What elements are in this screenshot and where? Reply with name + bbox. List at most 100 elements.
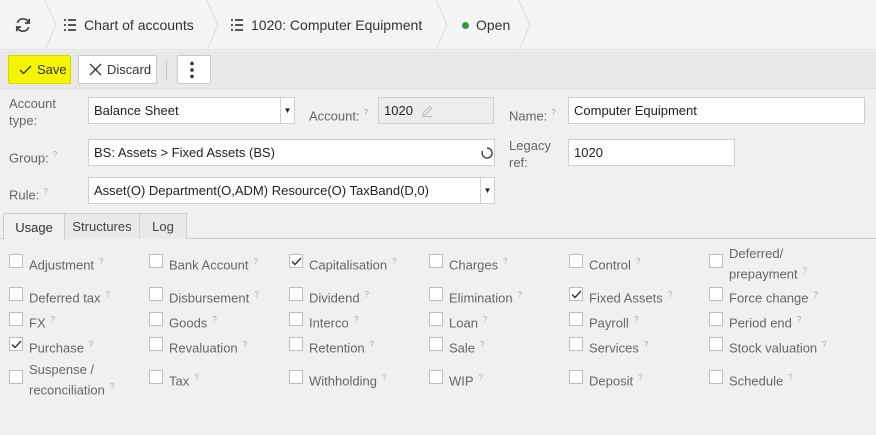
help-icon[interactable]: ?	[551, 108, 555, 117]
group-lookup[interactable]: BS: Assets > Fixed Assets (BS)	[88, 139, 495, 166]
checkbox-unchecked[interactable]	[709, 370, 723, 384]
usage-checkbox[interactable]: Dividend?	[289, 286, 369, 306]
checkbox-unchecked[interactable]	[149, 337, 163, 351]
usage-checkbox[interactable]: Withholding?	[289, 369, 386, 389]
usage-checkbox[interactable]: Purchase?	[9, 336, 93, 356]
breadcrumb-chart-of-accounts[interactable]: Chart of accounts	[64, 0, 194, 50]
checkbox-unchecked[interactable]	[429, 287, 443, 301]
rule-select[interactable]: Asset(O) Department(O,ADM) Resource(O) T…	[88, 177, 495, 204]
usage-checkbox[interactable]: Adjustment?	[9, 253, 104, 273]
checkbox-unchecked[interactable]	[709, 337, 723, 351]
help-icon[interactable]: ?	[814, 290, 818, 299]
usage-checkbox[interactable]: Loan?	[429, 311, 487, 331]
help-icon[interactable]: ?	[483, 315, 487, 324]
discard-button[interactable]: Discard	[78, 55, 157, 84]
help-icon[interactable]: ?	[89, 340, 93, 349]
help-icon[interactable]: ?	[503, 257, 507, 266]
checkbox-unchecked[interactable]	[709, 312, 723, 326]
usage-checkbox[interactable]: Control?	[569, 253, 640, 273]
usage-checkbox[interactable]: Force change?	[709, 286, 818, 306]
help-icon[interactable]: ?	[634, 315, 638, 324]
usage-checkbox[interactable]: Services?	[569, 336, 648, 356]
help-icon[interactable]: ?	[254, 257, 258, 266]
usage-checkbox[interactable]: Deposit?	[569, 369, 643, 389]
usage-checkbox[interactable]: Suspense / reconciliation?	[9, 361, 114, 398]
checkbox-unchecked[interactable]	[9, 370, 23, 384]
help-icon[interactable]: ?	[354, 315, 358, 324]
checkbox-unchecked[interactable]	[149, 287, 163, 301]
help-icon[interactable]: ?	[53, 150, 57, 159]
checkbox-unchecked[interactable]	[149, 312, 163, 326]
checkbox-unchecked[interactable]	[289, 312, 303, 326]
help-icon[interactable]: ?	[668, 290, 672, 299]
checkbox-unchecked[interactable]	[429, 312, 443, 326]
help-icon[interactable]: ?	[644, 340, 648, 349]
checkbox-unchecked[interactable]	[569, 312, 583, 326]
help-icon[interactable]: ?	[803, 266, 807, 275]
help-icon[interactable]: ?	[479, 373, 483, 382]
tab-log[interactable]: Log	[139, 213, 187, 239]
usage-checkbox[interactable]: Bank Account?	[149, 253, 258, 273]
usage-checkbox[interactable]: Deferred tax?	[9, 286, 110, 306]
checkbox-unchecked[interactable]	[9, 312, 23, 326]
usage-checkbox[interactable]: Sale?	[429, 336, 484, 356]
checkbox-unchecked[interactable]	[9, 287, 23, 301]
breadcrumb-account-record[interactable]: 1020: Computer Equipment	[231, 0, 422, 50]
help-icon[interactable]: ?	[194, 373, 198, 382]
checkbox-unchecked[interactable]	[149, 370, 163, 384]
usage-checkbox[interactable]: Revaluation?	[149, 336, 247, 356]
usage-checkbox[interactable]: WIP?	[429, 369, 483, 389]
help-icon[interactable]: ?	[110, 382, 114, 391]
checkbox-unchecked[interactable]	[429, 337, 443, 351]
dropdown-arrow-icon[interactable]: ▼	[480, 178, 494, 203]
checkbox-unchecked[interactable]	[289, 287, 303, 301]
usage-checkbox[interactable]: Charges?	[429, 253, 508, 273]
usage-checkbox[interactable]: Deferred/ prepayment?	[709, 245, 807, 282]
help-icon[interactable]: ?	[480, 340, 484, 349]
help-icon[interactable]: ?	[106, 290, 110, 299]
help-icon[interactable]: ?	[797, 315, 801, 324]
dropdown-arrow-icon[interactable]: ▼	[280, 98, 294, 123]
help-icon[interactable]: ?	[392, 257, 396, 266]
usage-checkbox[interactable]: Disbursement?	[149, 286, 259, 306]
checkbox-unchecked[interactable]	[289, 337, 303, 351]
checkbox-checked[interactable]	[9, 337, 23, 351]
usage-checkbox[interactable]: Goods?	[149, 311, 217, 331]
more-options-button[interactable]	[177, 55, 211, 84]
checkbox-checked[interactable]	[289, 254, 303, 268]
usage-checkbox[interactable]: Elimination?	[429, 286, 522, 306]
help-icon[interactable]: ?	[364, 108, 368, 117]
checkbox-unchecked[interactable]	[709, 287, 723, 301]
usage-checkbox[interactable]: Period end?	[709, 311, 801, 331]
checkbox-checked[interactable]	[569, 287, 583, 301]
tab-structures[interactable]: Structures	[64, 213, 140, 239]
usage-checkbox[interactable]: Stock valuation?	[709, 336, 827, 356]
account-type-select[interactable]: Balance Sheet ▼	[88, 97, 295, 124]
help-icon[interactable]: ?	[43, 187, 47, 196]
help-icon[interactable]: ?	[382, 373, 386, 382]
usage-checkbox[interactable]: Capitalisation?	[289, 253, 397, 273]
checkbox-unchecked[interactable]	[9, 254, 23, 268]
usage-checkbox[interactable]: Retention?	[289, 336, 374, 356]
help-icon[interactable]: ?	[243, 340, 247, 349]
usage-checkbox[interactable]: Schedule?	[709, 369, 793, 389]
help-icon[interactable]: ?	[51, 315, 55, 324]
checkbox-unchecked[interactable]	[429, 254, 443, 268]
legacy-ref-input[interactable]: 1020	[568, 139, 735, 166]
refresh-icon[interactable]	[8, 10, 38, 40]
checkbox-unchecked[interactable]	[709, 254, 723, 268]
usage-checkbox[interactable]: FX?	[9, 311, 55, 331]
help-icon[interactable]: ?	[254, 290, 258, 299]
checkbox-unchecked[interactable]	[149, 254, 163, 268]
checkbox-unchecked[interactable]	[569, 337, 583, 351]
edit-pencil-icon[interactable]	[421, 105, 433, 117]
help-icon[interactable]: ?	[636, 257, 640, 266]
help-icon[interactable]: ?	[788, 373, 792, 382]
name-input[interactable]: Computer Equipment	[568, 97, 865, 124]
help-icon[interactable]: ?	[99, 257, 103, 266]
save-button[interactable]: Save	[8, 55, 71, 84]
help-icon[interactable]: ?	[638, 373, 642, 382]
checkbox-unchecked[interactable]	[569, 370, 583, 384]
help-icon[interactable]: ?	[370, 340, 374, 349]
tab-usage[interactable]: Usage	[3, 213, 65, 240]
